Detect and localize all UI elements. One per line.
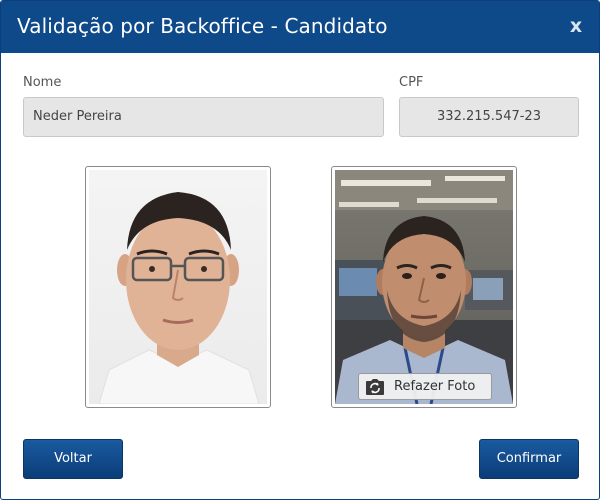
captured-photo-frame: Refazer Foto bbox=[331, 166, 517, 408]
retake-photo-label: Refazer Foto bbox=[394, 379, 476, 394]
captured-photo bbox=[335, 170, 513, 404]
reference-photo-frame bbox=[85, 166, 271, 408]
confirm-button[interactable]: Confirmar bbox=[479, 439, 579, 479]
dialog-header: Validação por Backoffice - Candidato x bbox=[1, 1, 599, 53]
retake-photo-button[interactable]: Refazer Foto bbox=[358, 373, 492, 400]
reference-photo bbox=[89, 170, 267, 404]
back-button[interactable]: Voltar bbox=[23, 439, 123, 479]
name-field[interactable]: Neder Pereira bbox=[23, 97, 384, 137]
close-icon[interactable]: x bbox=[565, 15, 587, 37]
camera-rotate-icon bbox=[366, 379, 384, 395]
dialog-title: Validação por Backoffice - Candidato bbox=[17, 14, 388, 38]
cpf-field[interactable]: 332.215.547-23 bbox=[399, 97, 579, 137]
backoffice-validation-dialog: Validação por Backoffice - Candidato x N… bbox=[0, 0, 600, 500]
cpf-label: CPF bbox=[399, 75, 424, 90]
name-label: Nome bbox=[23, 75, 62, 90]
